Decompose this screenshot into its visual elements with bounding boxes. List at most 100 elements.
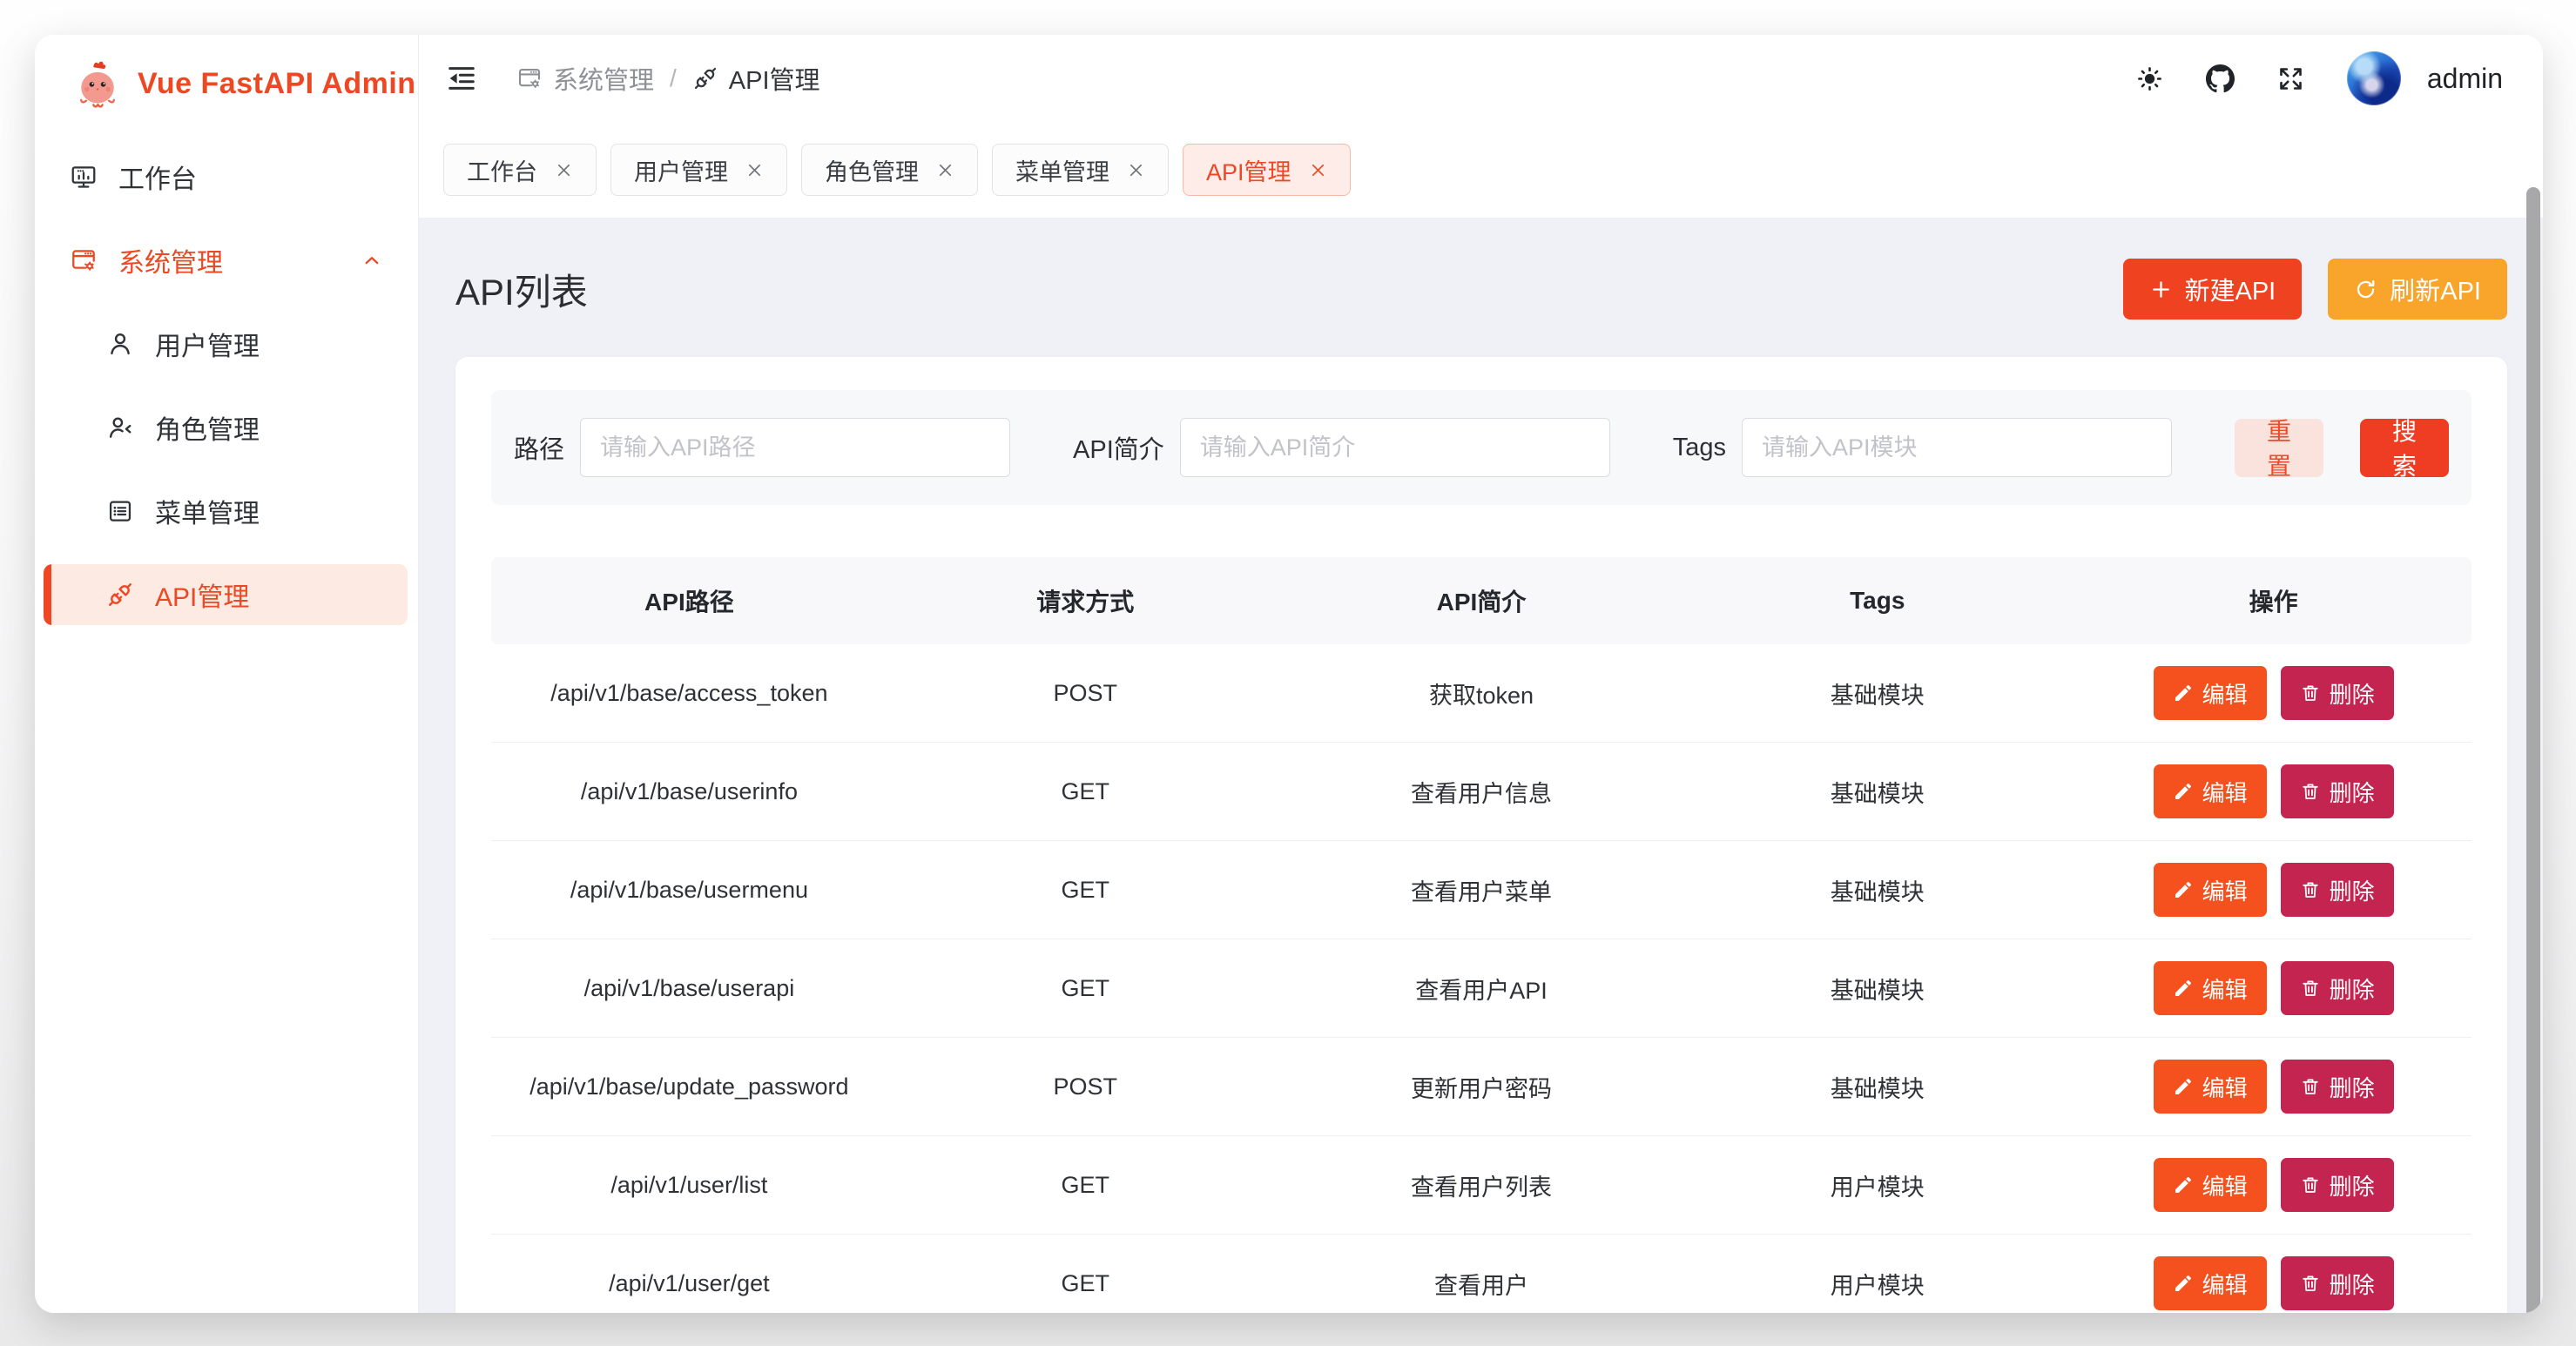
close-icon[interactable] (936, 161, 954, 179)
refresh-api-button[interactable]: 刷新API (2328, 259, 2507, 320)
edit-button[interactable]: 编辑 (2154, 1158, 2267, 1212)
pencil-icon (2173, 683, 2194, 703)
avatar[interactable] (2347, 51, 2401, 105)
table-row: /api/v1/base/userapi GET 查看用户API 基础模块 编辑 (491, 939, 2471, 1038)
edit-button[interactable]: 编辑 (2154, 666, 2267, 720)
pencil-icon (2173, 1076, 2194, 1097)
tags-input[interactable] (1742, 418, 2172, 477)
tab-label: 工作台 (467, 153, 537, 187)
delete-button[interactable]: 删除 (2281, 1158, 2394, 1212)
tab[interactable]: 角色管理 (801, 144, 978, 196)
username[interactable]: admin (2427, 63, 2503, 95)
table-row: /api/v1/user/get GET 查看用户 用户模块 编辑 (491, 1235, 2471, 1314)
cell-summary: 查看用户 (1284, 1235, 1680, 1314)
col-method: 请求方式 (887, 557, 1284, 644)
filter-summary: API简介 (1073, 418, 1610, 477)
delete-button[interactable]: 删除 (2281, 1256, 2394, 1310)
delete-button[interactable]: 删除 (2281, 863, 2394, 917)
reset-button[interactable]: 重置 (2235, 419, 2323, 477)
filter-bar: 路径 API简介 Tags 重置 搜索 (491, 390, 2471, 505)
app-title: Vue FastAPI Admin (138, 67, 416, 101)
cell-tags: 用户模块 (1679, 1235, 2075, 1314)
fullscreen-icon[interactable] (2276, 64, 2305, 93)
breadcrumb: 系统管理 / API管理 (516, 60, 820, 97)
sidebar-item-menus[interactable]: 菜单管理 (44, 481, 408, 542)
col-summary: API简介 (1284, 557, 1680, 644)
sidebar-item-label: API管理 (155, 575, 249, 614)
system-gear-icon (70, 246, 98, 274)
edit-button[interactable]: 编辑 (2154, 1256, 2267, 1310)
sidebar-item-roles[interactable]: 角色管理 (44, 397, 408, 458)
sidebar-collapse-icon[interactable] (445, 62, 478, 95)
tab-label: API管理 (1206, 153, 1291, 187)
theme-sun-icon[interactable] (2135, 64, 2164, 93)
cell-method: GET (887, 841, 1284, 939)
tab[interactable]: 工作台 (443, 144, 597, 196)
cell-summary: 更新用户密码 (1284, 1038, 1680, 1136)
github-icon[interactable] (2206, 64, 2235, 93)
delete-button[interactable]: 删除 (2281, 1060, 2394, 1114)
delete-button[interactable]: 删除 (2281, 764, 2394, 818)
sidebar-item-users[interactable]: 用户管理 (44, 313, 408, 374)
filter-buttons: 重置 搜索 (2235, 419, 2449, 477)
close-icon[interactable] (555, 161, 573, 179)
cell-path: /api/v1/base/update_password (491, 1038, 887, 1136)
sidebar-item-label: 系统管理 (118, 241, 223, 279)
scrollbar[interactable] (2526, 187, 2540, 1313)
delete-button[interactable]: 删除 (2281, 666, 2394, 720)
cell-summary: 查看用户信息 (1284, 743, 1680, 841)
app-window: Vue FastAPI Admin 工作台 系统管理 用户管理 角色管理 (35, 35, 2543, 1313)
cell-tags: 基础模块 (1679, 841, 2075, 939)
trash-icon (2300, 1174, 2321, 1195)
tab[interactable]: API管理 (1183, 144, 1351, 196)
cell-method: POST (887, 1038, 1284, 1136)
cell-path: /api/v1/user/list (491, 1136, 887, 1235)
delete-button[interactable]: 删除 (2281, 961, 2394, 1015)
table-header-row: API路径 请求方式 API简介 Tags 操作 (491, 557, 2471, 644)
tab-label: 角色管理 (825, 153, 919, 187)
pencil-icon (2173, 1174, 2194, 1195)
chevron-up-icon (361, 249, 383, 272)
top-right-tools: admin (2135, 51, 2503, 105)
search-button[interactable]: 搜索 (2360, 419, 2449, 477)
table-row: /api/v1/user/list GET 查看用户列表 用户模块 编辑 (491, 1136, 2471, 1235)
sidebar-item-workbench[interactable]: 工作台 (44, 146, 408, 207)
header-buttons: 新建API 刷新API (2123, 259, 2508, 320)
cell-method: GET (887, 1136, 1284, 1235)
pencil-icon (2173, 781, 2194, 802)
path-input[interactable] (580, 418, 1010, 477)
trash-icon (2300, 1273, 2321, 1294)
refresh-icon (2354, 278, 2377, 301)
cell-actions: 编辑 删除 (2075, 743, 2471, 841)
edit-button[interactable]: 编辑 (2154, 1060, 2267, 1114)
breadcrumb-item-api[interactable]: API管理 (692, 60, 820, 97)
sidebar-item-system[interactable]: 系统管理 (44, 230, 408, 291)
close-icon[interactable] (745, 161, 764, 179)
summary-input[interactable] (1180, 418, 1610, 477)
edit-button[interactable]: 编辑 (2154, 764, 2267, 818)
edit-button[interactable]: 编辑 (2154, 863, 2267, 917)
app-logo[interactable]: Vue FastAPI Admin (35, 35, 418, 132)
close-icon[interactable] (1309, 161, 1327, 179)
cell-summary: 获取token (1284, 644, 1680, 743)
api-list-card: 路径 API简介 Tags 重置 搜索 (455, 357, 2507, 1313)
edit-button[interactable]: 编辑 (2154, 961, 2267, 1015)
page-header: API列表 新建API 刷新API (455, 258, 2507, 320)
table-row: /api/v1/base/usermenu GET 查看用户菜单 基础模块 编辑 (491, 841, 2471, 939)
cell-path: /api/v1/user/get (491, 1235, 887, 1314)
sidebar-item-api[interactable]: API管理 (44, 564, 408, 625)
tab[interactable]: 用户管理 (610, 144, 787, 196)
role-icon (106, 414, 134, 441)
cell-actions: 编辑 删除 (2075, 1235, 2471, 1314)
trash-icon (2300, 1076, 2321, 1097)
create-api-button[interactable]: 新建API (2123, 259, 2303, 320)
cell-method: POST (887, 644, 1284, 743)
breadcrumb-item-system[interactable]: 系统管理 (516, 60, 654, 97)
tab[interactable]: 菜单管理 (992, 144, 1169, 196)
tab-label: 用户管理 (634, 153, 728, 187)
pencil-icon (2173, 879, 2194, 900)
close-icon[interactable] (1127, 161, 1145, 179)
monitor-icon (70, 163, 98, 191)
api-plug-icon (692, 65, 718, 91)
cell-path: /api/v1/base/userinfo (491, 743, 887, 841)
